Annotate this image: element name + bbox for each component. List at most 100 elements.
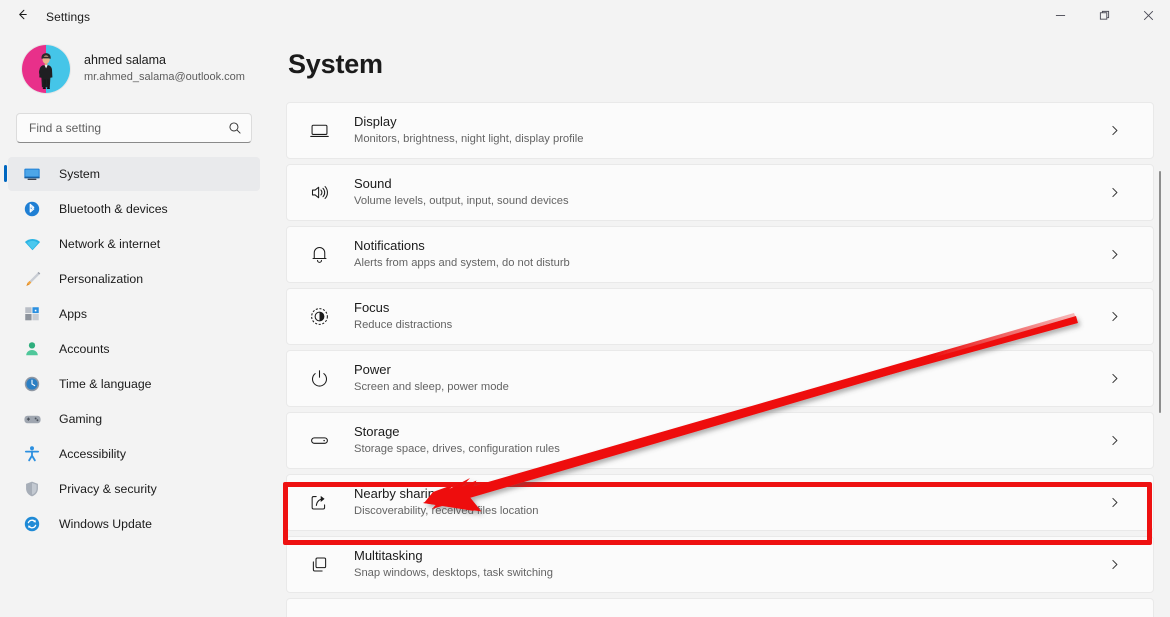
- sidebar-item-label: Network & internet: [59, 237, 161, 251]
- row-text: Display Monitors, brightness, night ligh…: [354, 114, 1108, 146]
- row-subtitle: Snap windows, desktops, task switching: [354, 567, 553, 580]
- sidebar-item-personalization[interactable]: Personalization: [8, 262, 260, 296]
- page-title: System: [288, 49, 383, 79]
- bluetooth-icon: [22, 199, 42, 219]
- account-tile[interactable]: ahmed salama mr.ahmed_salama@outlook.com: [8, 37, 260, 101]
- update-icon: [22, 514, 42, 534]
- row-text: Multitasking Snap windows, desktops, tas…: [354, 548, 1108, 580]
- display-monitor-icon: [307, 119, 331, 143]
- setting-row-display[interactable]: Display Monitors, brightness, night ligh…: [286, 102, 1154, 159]
- account-text: ahmed salama mr.ahmed_salama@outlook.com: [84, 53, 245, 84]
- chevron-right-icon[interactable]: [1108, 496, 1121, 509]
- row-subtitle: Screen and sleep, power mode: [354, 381, 509, 394]
- sidebar-item-label: Bluetooth & devices: [59, 202, 168, 216]
- title-bar: Settings: [0, 0, 1170, 33]
- minimize-button[interactable]: [1038, 0, 1082, 33]
- row-text: Notifications Alerts from apps and syste…: [354, 238, 1108, 270]
- back-button[interactable]: [6, 4, 38, 30]
- row-text: Sound Volume levels, output, input, soun…: [354, 176, 1108, 208]
- account-email: mr.ahmed_salama@outlook.com: [84, 70, 245, 83]
- person-icon: [22, 339, 42, 359]
- setting-row-notifications[interactable]: Notifications Alerts from apps and syste…: [286, 226, 1154, 283]
- avatar-figure-icon: [39, 53, 53, 89]
- chevron-right-icon[interactable]: [1108, 434, 1121, 447]
- scrollbar-track[interactable]: [1155, 133, 1165, 603]
- monitor-icon: [22, 164, 42, 184]
- scrollbar-thumb[interactable]: [1159, 171, 1161, 413]
- sidebar: ahmed salama mr.ahmed_salama@outlook.com: [0, 33, 268, 617]
- chevron-right-icon[interactable]: [1108, 186, 1121, 199]
- sidebar-item-label: Time & language: [59, 377, 152, 391]
- focus-icon: [307, 305, 331, 329]
- shield-icon: [22, 479, 42, 499]
- sidebar-item-gaming[interactable]: Gaming: [8, 402, 260, 436]
- chevron-right-icon[interactable]: [1108, 558, 1121, 571]
- row-subtitle: Volume levels, output, input, sound devi…: [354, 195, 569, 208]
- row-title: Sound: [354, 176, 392, 192]
- bell-icon: [307, 243, 331, 267]
- row-text: Nearby sharing Discoverability, received…: [354, 486, 1108, 518]
- sidebar-item-label: Gaming: [59, 412, 103, 426]
- row-title: Storage: [354, 424, 400, 440]
- main-content: System Display Monitors, brightness, nig…: [268, 33, 1170, 617]
- row-text: Power Screen and sleep, power mode: [354, 362, 1108, 394]
- apps-icon: [22, 304, 42, 324]
- settings-window: Settings ahmed salama mr.ahmed_salama@ou…: [0, 0, 1170, 617]
- row-text: Focus Reduce distractions: [354, 300, 1108, 332]
- row-title: Power: [354, 362, 391, 378]
- sidebar-item-time-language[interactable]: Time & language: [8, 367, 260, 401]
- row-subtitle: Storage space, drives, configuration rul…: [354, 443, 560, 456]
- share-icon: [307, 491, 331, 515]
- sidebar-nav: System Bluetooth & devices Network & int…: [0, 157, 268, 541]
- paintbrush-icon: [22, 269, 42, 289]
- sidebar-item-accounts[interactable]: Accounts: [8, 332, 260, 366]
- sidebar-item-apps[interactable]: Apps: [8, 297, 260, 331]
- settings-list: Display Monitors, brightness, night ligh…: [286, 102, 1170, 617]
- accessibility-icon: [22, 444, 42, 464]
- sidebar-item-label: Personalization: [59, 272, 144, 286]
- setting-row-sound[interactable]: Sound Volume levels, output, input, soun…: [286, 164, 1154, 221]
- chevron-right-icon[interactable]: [1108, 124, 1121, 137]
- setting-row-power[interactable]: Power Screen and sleep, power mode: [286, 350, 1154, 407]
- row-subtitle: Monitors, brightness, night light, displ…: [354, 133, 584, 146]
- search-wrapper: [0, 101, 268, 143]
- account-name: ahmed salama: [84, 53, 166, 68]
- row-title: Nearby sharing: [354, 486, 443, 502]
- chevron-right-icon[interactable]: [1108, 248, 1121, 261]
- row-title: Notifications: [354, 238, 425, 254]
- setting-row-nearby-sharing[interactable]: Nearby sharing Discoverability, received…: [286, 474, 1154, 531]
- search-box[interactable]: [16, 113, 252, 143]
- sidebar-item-accessibility[interactable]: Accessibility: [8, 437, 260, 471]
- close-button[interactable]: [1126, 0, 1170, 33]
- maximize-restore-icon: [1099, 8, 1110, 26]
- sidebar-item-privacy-security[interactable]: Privacy & security: [8, 472, 260, 506]
- row-title: Display: [354, 114, 397, 130]
- row-title: Focus: [354, 300, 390, 316]
- power-icon: [307, 367, 331, 391]
- setting-row-storage[interactable]: Storage Storage space, drives, configura…: [286, 412, 1154, 469]
- sidebar-item-bluetooth-devices[interactable]: Bluetooth & devices: [8, 192, 260, 226]
- avatar: [22, 45, 70, 93]
- search-icon[interactable]: [228, 121, 242, 135]
- setting-row-focus[interactable]: Focus Reduce distractions: [286, 288, 1154, 345]
- maximize-button[interactable]: [1082, 0, 1126, 33]
- sidebar-item-label: Apps: [59, 307, 88, 321]
- chevron-right-icon[interactable]: [1108, 372, 1121, 385]
- setting-row-partial[interactable]: [286, 598, 1154, 617]
- row-title: Multitasking: [354, 548, 423, 564]
- sidebar-item-system[interactable]: System: [4, 157, 260, 191]
- row-subtitle: Discoverability, received files location: [354, 505, 539, 518]
- row-text: Storage Storage space, drives, configura…: [354, 424, 1108, 456]
- sidebar-item-network-internet[interactable]: Network & internet: [8, 227, 260, 261]
- sidebar-item-label: Accessibility: [59, 447, 126, 461]
- sidebar-item-label: System: [59, 167, 100, 181]
- window-title: Settings: [46, 9, 91, 24]
- sidebar-item-label: Windows Update: [59, 517, 152, 531]
- gamepad-icon: [22, 409, 42, 429]
- row-subtitle: Reduce distractions: [354, 319, 453, 332]
- sidebar-item-windows-update[interactable]: Windows Update: [8, 507, 260, 541]
- search-input[interactable]: [29, 121, 228, 135]
- storage-drive-icon: [307, 429, 331, 453]
- setting-row-multitasking[interactable]: Multitasking Snap windows, desktops, tas…: [286, 536, 1154, 593]
- chevron-right-icon[interactable]: [1108, 310, 1121, 323]
